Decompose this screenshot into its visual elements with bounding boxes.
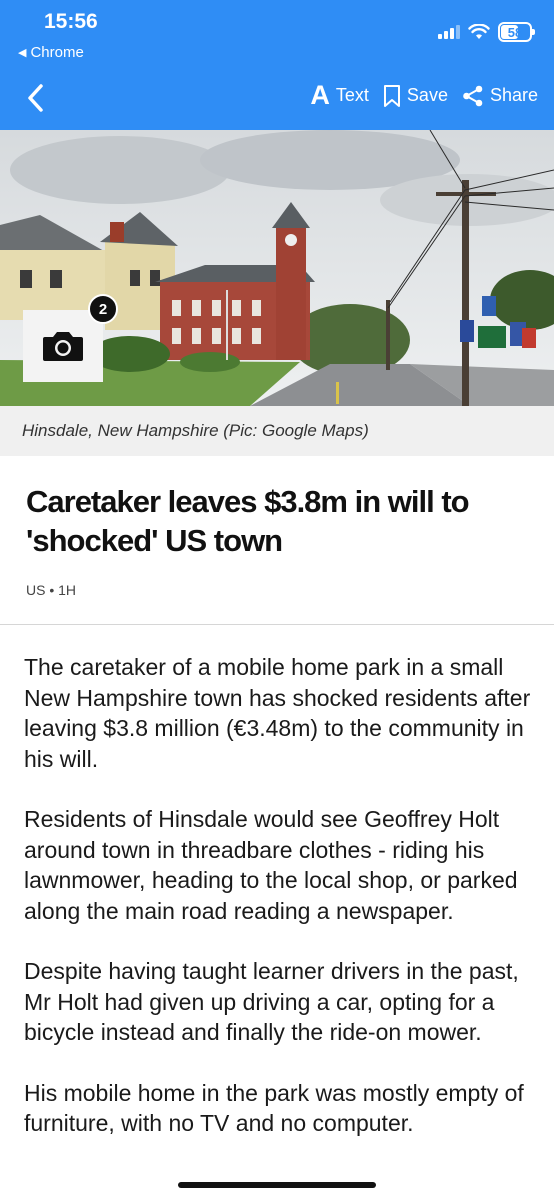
article-paragraph: The caretaker of a mobile home park in a… xyxy=(24,654,531,772)
article-title: Caretaker leaves $3.8m in will to 'shock… xyxy=(26,484,470,558)
article-paragraph: Residents of Hinsdale would see Geoffrey… xyxy=(24,806,518,924)
battery-icon: 58 xyxy=(498,22,535,42)
article-paragraph: Despite having taught learner drivers in… xyxy=(24,958,519,1045)
article-hero-image[interactable]: 2 xyxy=(0,130,554,406)
share-icon xyxy=(463,85,483,106)
back-triangle-icon: ◀ xyxy=(18,47,27,59)
article-meta: US • 1H xyxy=(26,582,77,598)
text-size-icon: A xyxy=(310,80,330,110)
app-header: 15:56 ◀ Chrome 58 A Text Save Share xyxy=(0,0,554,130)
article-paragraph: His mobile home in the park was mostly e… xyxy=(24,1079,524,1137)
back-button[interactable] xyxy=(20,80,50,116)
text-size-label: Text xyxy=(335,85,369,105)
bookmark-icon xyxy=(383,84,400,107)
save-button[interactable]: Save xyxy=(383,84,448,108)
chevron-left-icon xyxy=(28,84,43,112)
article-body: The caretaker of a mobile home park in a… xyxy=(24,652,534,1169)
text-size-button[interactable]: A Text xyxy=(310,82,369,109)
back-to-app-link[interactable]: ◀ Chrome xyxy=(18,44,84,61)
battery-percent: 58 xyxy=(507,24,523,40)
share-label: Share xyxy=(489,85,538,105)
wifi-icon xyxy=(468,24,490,39)
home-indicator[interactable] xyxy=(178,1182,376,1188)
camera-icon xyxy=(43,332,83,361)
status-icons: 58 xyxy=(438,22,535,42)
save-label: Save xyxy=(406,85,448,105)
toolbar-actions: A Text Save Share xyxy=(310,82,538,109)
status-time: 15:56 xyxy=(44,10,98,33)
signal-icon xyxy=(438,25,460,39)
share-button[interactable]: Share xyxy=(462,85,538,107)
divider xyxy=(0,624,554,625)
image-caption-text: Hinsdale, New Hampshire (Pic: Google Map… xyxy=(22,421,369,440)
back-app-label: Chrome xyxy=(30,44,84,61)
image-caption: Hinsdale, New Hampshire (Pic: Google Map… xyxy=(0,406,554,456)
gallery-button[interactable] xyxy=(23,310,103,382)
photo-count-badge: 2 xyxy=(88,294,118,324)
